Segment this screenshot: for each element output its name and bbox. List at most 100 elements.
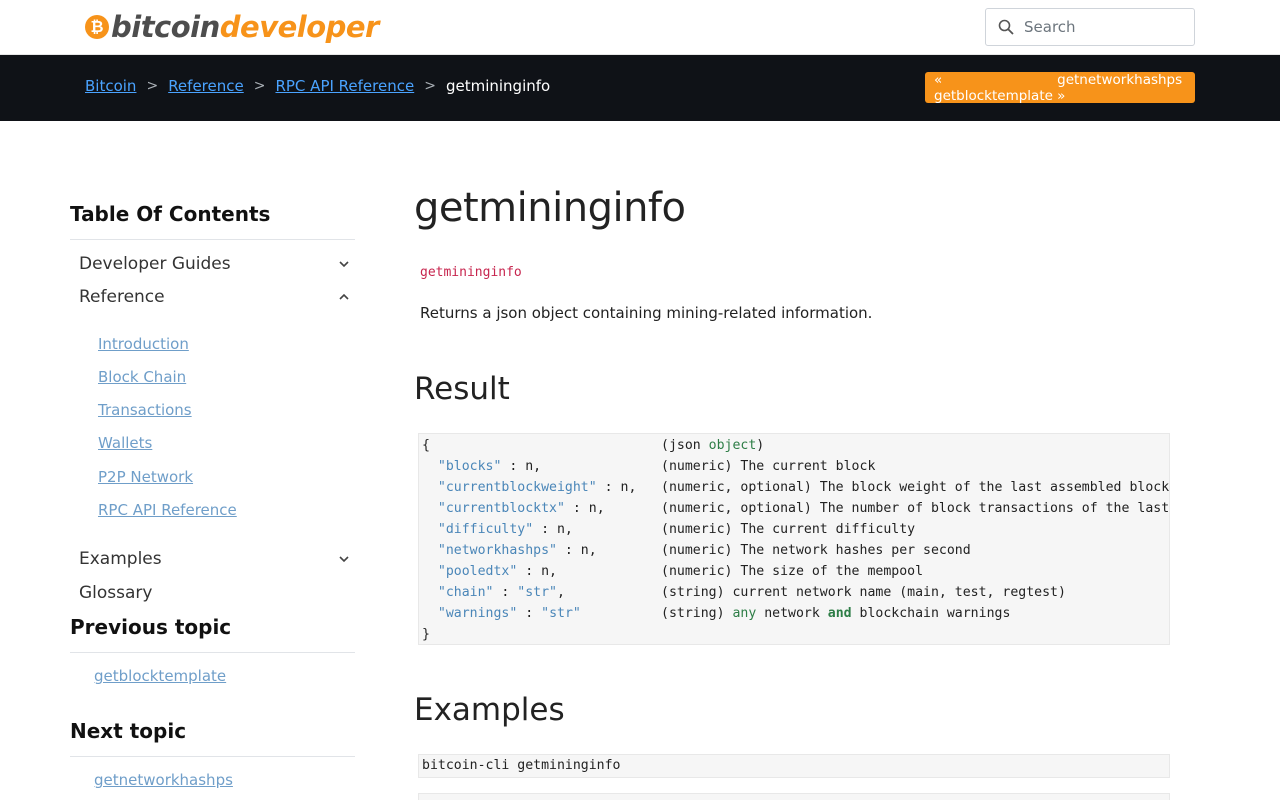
- next-topic-title: Next topic: [70, 719, 187, 743]
- code-key-string: "warnings": [437, 606, 518, 621]
- code-type: (json object): [661, 435, 764, 456]
- site-logo[interactable]: ₿ bitcoindeveloper: [85, 9, 379, 45]
- previous-topic-title: Previous topic: [70, 615, 232, 639]
- toc-item-developer-guides[interactable]: Developer Guides: [79, 254, 355, 274]
- code-line: "warnings" : "str" (string) any network a…: [419, 603, 1169, 624]
- code-type-text: (numeric): [661, 564, 733, 579]
- code-key-rest: : n,: [556, 543, 597, 558]
- code-key-rest: :: [517, 606, 542, 621]
- toc-link-rpc-api-reference[interactable]: RPC API Reference: [98, 501, 237, 519]
- code-key: "blocks" : n,: [422, 456, 541, 477]
- code-comment: (numeric) The current block: [661, 456, 875, 477]
- breadcrumb-bar: Bitcoin > Reference > RPC API Reference …: [0, 55, 1280, 121]
- code-value-string: "str": [517, 585, 557, 600]
- syntax-code: getmininginfo: [420, 265, 522, 280]
- toc-title: Table Of Contents: [70, 202, 271, 226]
- code-key-string: "difficulty": [437, 522, 534, 537]
- toc-item-reference[interactable]: Reference: [79, 287, 355, 307]
- code-key-string: "currentblocktx": [437, 501, 565, 516]
- code-type-text: (string): [661, 606, 725, 621]
- example-code-block: bitcoin-cli getmininginfo: [418, 754, 1170, 778]
- breadcrumb-separator: >: [253, 78, 266, 94]
- pager-prev-link[interactable]: « getblocktemplate: [934, 72, 1057, 104]
- search-box[interactable]: [985, 8, 1195, 46]
- pager-next-link[interactable]: getnetworkhashps »: [1057, 72, 1186, 104]
- code-type-text: (numeric, optional): [661, 501, 812, 516]
- code-comment-text: The size of the mempool: [732, 564, 924, 579]
- code-line: "currentblocktx" : n, (numeric, optional)…: [419, 498, 1169, 519]
- previous-topic-link[interactable]: getblocktemplate: [94, 667, 226, 685]
- example-code-block-2: [418, 793, 1170, 800]
- result-code-block: { (json object) "blocks" : n, (numeric) Th…: [418, 433, 1170, 645]
- toc-item-label: Reference: [79, 287, 165, 307]
- logo-text: bitcoindeveloper: [111, 10, 379, 44]
- code-comment-text: current network name (main, test, regtes…: [724, 585, 1066, 600]
- previous-topic-divider: [70, 652, 355, 653]
- chevron-up-icon: [339, 293, 349, 300]
- code-line: { (json object): [419, 435, 1169, 456]
- code-key: "chain" : "str",: [422, 582, 565, 603]
- next-topic-link[interactable]: getnetworkhashps: [94, 771, 233, 789]
- toc-link-introduction[interactable]: Introduction: [98, 335, 189, 353]
- logo-text-bitcoin: bitcoin: [111, 10, 220, 44]
- code-comment: (numeric) The size of the mempool: [661, 561, 923, 582]
- code-key: "currentblocktx" : n,: [422, 498, 605, 519]
- code-comment: (numeric) The current difficulty: [661, 519, 915, 540]
- breadcrumb-separator: >: [146, 78, 159, 94]
- code-line: "networkhashps" : n, (numeric) The networ…: [419, 540, 1169, 561]
- code-key: }: [422, 627, 430, 642]
- code-type-text: (numeric): [661, 459, 733, 474]
- search-input[interactable]: [1024, 18, 1174, 36]
- page-description: Returns a json object containing mining-…: [420, 304, 873, 322]
- code-line: "pooledtx" : n, (numeric) The size of the…: [419, 561, 1169, 582]
- toc-link-wallets[interactable]: Wallets: [98, 434, 152, 452]
- code-key: "difficulty" : n,: [422, 519, 573, 540]
- code-comment-text: network: [756, 606, 828, 621]
- next-topic-divider: [70, 756, 355, 757]
- code-type-end: ): [756, 438, 765, 453]
- breadcrumb-link-rpc-api-reference[interactable]: RPC API Reference: [275, 77, 414, 95]
- toc-item-label: Glossary: [79, 583, 153, 603]
- code-value-string: "str": [541, 606, 581, 621]
- code-comment: (numeric, optional) The number of block …: [661, 498, 1170, 519]
- code-key: "currentblockweight" : n,: [422, 477, 637, 498]
- code-key-rest: :: [493, 585, 518, 600]
- code-comment-keyword: any: [724, 606, 757, 621]
- code-line: "currentblockweight" : n, (numeric, optio…: [419, 477, 1169, 498]
- breadcrumb-link-bitcoin[interactable]: Bitcoin: [85, 77, 136, 95]
- toc-divider: [70, 239, 355, 240]
- code-type-text: (json: [661, 438, 709, 453]
- chevron-down-icon: [339, 556, 349, 563]
- code-comment: (string) any network and blockchain warn…: [661, 603, 1010, 624]
- breadcrumb-link-reference[interactable]: Reference: [168, 77, 244, 95]
- code-comment-text: The network hashes per second: [732, 543, 971, 558]
- toc-link-transactions[interactable]: Transactions: [98, 401, 192, 419]
- code-key-rest: : n,: [517, 564, 557, 579]
- code-comment: (string) current network name (main, tes…: [661, 582, 1066, 603]
- code-line: "blocks" : n, (numeric) The current block: [419, 456, 1169, 477]
- topic-pager: « getblocktemplate getnetworkhashps »: [925, 72, 1195, 104]
- toc-item-glossary[interactable]: Glossary: [79, 583, 355, 603]
- code-key: {: [422, 438, 430, 453]
- bitcoin-logo-icon: ₿: [85, 15, 109, 39]
- code-key-string: "chain": [437, 585, 494, 600]
- code-key-rest: : n,: [564, 501, 605, 516]
- toc-item-label: Examples: [79, 549, 162, 569]
- code-type-text: (string): [661, 585, 725, 600]
- code-type-text: (numeric): [661, 522, 733, 537]
- toc-item-examples[interactable]: Examples: [79, 549, 355, 569]
- code-comment-text: The current block: [732, 459, 876, 474]
- code-comment-keyword: and: [827, 606, 852, 621]
- page-title: getmininginfo: [414, 185, 686, 231]
- code-key: "pooledtx" : n,: [422, 561, 557, 582]
- code-key-rest: : n,: [596, 480, 637, 495]
- result-heading: Result: [414, 371, 510, 407]
- search-icon: [998, 19, 1014, 35]
- toc-link-p2p-network[interactable]: P2P Network: [98, 468, 193, 486]
- code-comment-text: The number of block transactions of the …: [819, 501, 1170, 516]
- toc-link-block-chain[interactable]: Block Chain: [98, 368, 186, 386]
- code-line: }: [419, 624, 1169, 644]
- code-key-rest: : n,: [501, 459, 542, 474]
- chevron-down-icon: [339, 261, 349, 268]
- toc-item-label: Developer Guides: [79, 254, 231, 274]
